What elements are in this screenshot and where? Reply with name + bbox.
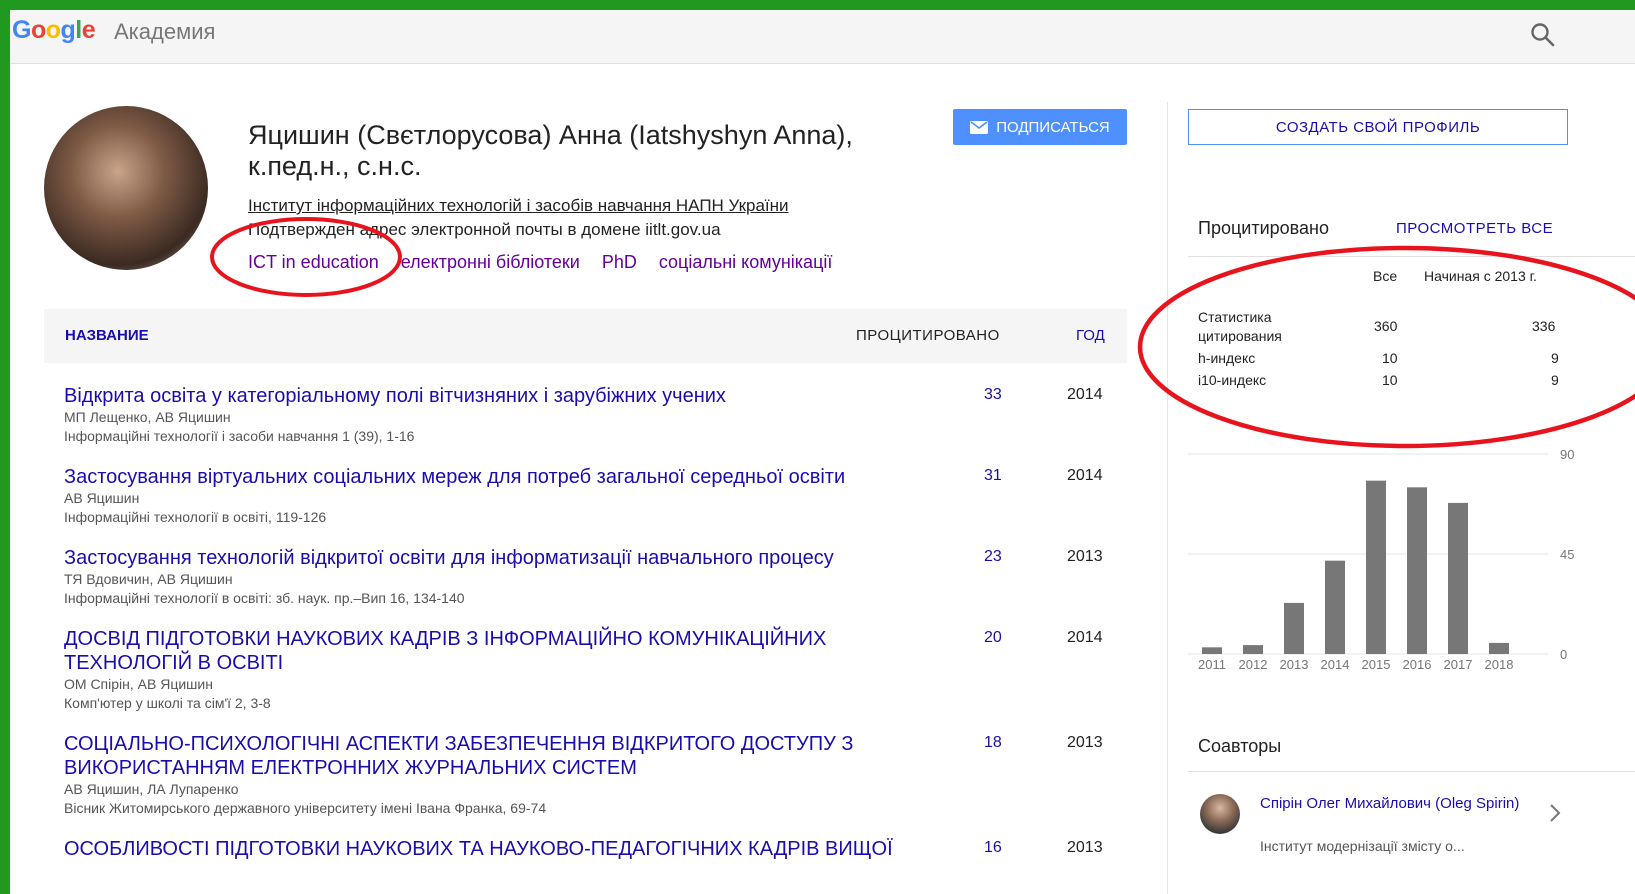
article-title[interactable]: СОЦІАЛЬНО-ПСИХОЛОГІЧНІ АСПЕКТИ ЗАБЕЗПЕЧЕ… <box>64 732 914 780</box>
chart-bar <box>1489 642 1509 654</box>
interest-ict-in-education[interactable]: ICT in education <box>248 252 379 273</box>
article-cited-count[interactable]: 23 <box>984 548 1002 566</box>
article-year: 2014 <box>1067 467 1103 484</box>
article-authors: ТЯ Вдовичин, АВ Яцишин <box>64 571 233 587</box>
cited-by-divider <box>1188 256 1635 257</box>
view-all-link[interactable]: ПРОСМОТРЕТЬ ВСЕ <box>1396 220 1553 237</box>
article-cited-count[interactable]: 18 <box>984 734 1002 752</box>
article-cited-count[interactable]: 20 <box>984 629 1002 647</box>
article-row: Застосування технологій відкритої освіти… <box>64 546 1127 608</box>
google-logo[interactable]: Google <box>12 16 96 45</box>
stat-h-index-all: 10 <box>1382 350 1398 366</box>
article-cited-count[interactable]: 33 <box>984 386 1002 404</box>
cited-by-title: Процитировано <box>1198 218 1329 238</box>
coauthors-divider <box>1188 771 1635 772</box>
chart-x-tick-label: 2011 <box>1198 657 1226 670</box>
stat-label-citations: Статистика цитирования <box>1198 309 1282 344</box>
article-year: 2013 <box>1067 839 1103 856</box>
article-authors: АВ Яцишин, ЛА Лупаренко <box>64 781 239 797</box>
chart-bar <box>1243 645 1263 654</box>
article-authors: МП Лещенко, АВ Яцишин <box>64 409 231 425</box>
research-interests: ICT in education електронні бібліотеки P… <box>248 252 832 273</box>
chart-x-tick-label: 2012 <box>1239 657 1268 670</box>
article-row: ОСОБЛИВОСТІ ПІДГОТОВКИ НАУКОВИХ ТА НАУКО… <box>64 837 1127 861</box>
article-title[interactable]: ДОСВІД ПІДГОТОВКИ НАУКОВИХ КАДРІВ З ІНФО… <box>64 627 914 675</box>
stat-h-index-since: 9 <box>1551 350 1559 366</box>
article-row: СОЦІАЛЬНО-ПСИХОЛОГІЧНІ АСПЕКТИ ЗАБЕЗПЕЧЕ… <box>64 732 1127 818</box>
chart-x-tick-label: 2014 <box>1321 657 1350 670</box>
chart-y-tick-label: 0 <box>1560 647 1567 662</box>
article-row: Відкрита освіта у категоріальному полі в… <box>64 384 1127 446</box>
chart-bar <box>1407 487 1427 654</box>
profile-affiliation[interactable]: Інститут інформаційних технологій і засо… <box>248 196 789 216</box>
article-row: ДОСВІД ПІДГОТОВКИ НАУКОВИХ КАДРІВ З ІНФО… <box>64 627 1127 713</box>
article-row: Застосування віртуальних соціальних мере… <box>64 465 1127 527</box>
sort-by-year[interactable]: ГОД <box>1076 327 1105 344</box>
article-year: 2014 <box>1067 629 1103 646</box>
stat-citations-all: 360 <box>1374 318 1398 334</box>
profile-email-verified: Подтвержден адрес электронной почты в до… <box>248 220 721 239</box>
article-title[interactable]: Застосування віртуальних соціальних мере… <box>64 465 914 489</box>
chart-x-tick-label: 2018 <box>1485 657 1514 670</box>
article-venue: Комп'ютер у школі та сім'ї 2, 3-8 <box>64 695 271 711</box>
chart-bar <box>1202 647 1222 654</box>
create-profile-button[interactable]: СОЗДАТЬ СВОЙ ПРОФИЛЬ <box>1188 109 1568 145</box>
chart-bar <box>1284 602 1304 654</box>
coauthor-institution: Інститут модернізації змісту о... <box>1260 838 1465 854</box>
follow-button[interactable]: ПОДПИСАТЬСЯ <box>953 109 1127 145</box>
articles-table-header: НАЗВАНИЕ ПРОЦИТИРОВАНО ГОД <box>44 309 1127 363</box>
coauthors-title: Соавторы <box>1198 736 1282 756</box>
article-year: 2013 <box>1067 734 1103 751</box>
interest-electronic-libraries[interactable]: електронні бібліотеки <box>401 252 580 273</box>
chart-y-tick-label: 45 <box>1560 547 1574 562</box>
stat-i10-index-all: 10 <box>1382 372 1398 388</box>
coauthor-name[interactable]: Спірін Олег Михайлович (Oleg Spirin) <box>1260 794 1540 814</box>
chart-x-tick-label: 2016 <box>1403 657 1432 670</box>
article-title[interactable]: Відкрита освіта у категоріальному полі в… <box>64 384 914 408</box>
coauthor-avatar <box>1200 794 1240 834</box>
sort-by-title[interactable]: НАЗВАНИЕ <box>65 327 149 344</box>
sort-by-cited[interactable]: ПРОЦИТИРОВАНО <box>856 327 1000 344</box>
article-title[interactable]: Застосування технологій відкритої освіти… <box>64 546 914 570</box>
follow-label: ПОДПИСАТЬСЯ <box>996 118 1110 136</box>
citations-bar-chart: 0 45 90 2011 2012 2013 2014 2015 2016 2017 2018 <box>1188 447 1574 670</box>
interest-phd[interactable]: PhD <box>602 252 637 273</box>
article-cited-count[interactable]: 31 <box>984 467 1002 485</box>
chart-x-tick-label: 2013 <box>1280 657 1309 670</box>
stat-i10-index-since: 9 <box>1551 372 1559 388</box>
stat-label-h-index: h-индекс <box>1198 350 1256 366</box>
article-authors: ОМ Спірін, АВ Яцишин <box>64 676 213 692</box>
article-title[interactable]: ОСОБЛИВОСТІ ПІДГОТОВКИ НАУКОВИХ ТА НАУКО… <box>64 837 914 861</box>
stat-citations-since: 336 <box>1532 318 1556 334</box>
top-bar: Google Академия <box>10 10 1635 64</box>
stat-label-i10-index: i10-индекс <box>1198 372 1267 388</box>
profile-avatar <box>44 106 208 270</box>
article-year: 2014 <box>1067 386 1103 403</box>
chart-y-tick-label: 90 <box>1560 447 1574 462</box>
stats-col-all: Все <box>1373 268 1398 284</box>
article-venue: Вісник Житомирського державного універси… <box>64 800 547 816</box>
chevron-right-icon[interactable] <box>1548 802 1562 824</box>
profile-name: Яцишин (Свєтлорусова) Анна (Iatshyshyn A… <box>248 120 853 181</box>
article-venue: Інформаційні технології в освіті: зб. на… <box>64 590 465 606</box>
article-venue: Інформаційні технології в освіті, 119-12… <box>64 509 327 525</box>
article-venue: Інформаційні технології і засоби навчанн… <box>64 428 415 444</box>
chart-x-tick-label: 2017 <box>1444 657 1473 670</box>
article-authors: АВ Яцишин <box>64 490 140 506</box>
chart-x-tick-label: 2015 <box>1362 657 1391 670</box>
browser-page: Google Академия Яцишин (Свєтлорусова) Ан… <box>10 10 1635 894</box>
search-icon[interactable] <box>1530 22 1556 48</box>
interest-social-communications[interactable]: соціальні комунікації <box>659 252 833 273</box>
envelope-icon <box>970 120 989 134</box>
chart-bar <box>1366 480 1386 654</box>
chart-bar <box>1325 560 1345 654</box>
article-cited-count[interactable]: 16 <box>984 839 1002 857</box>
column-divider <box>1167 102 1168 894</box>
product-name: Академия <box>114 19 216 44</box>
chart-bar <box>1448 502 1468 654</box>
stats-col-since: Начиная с 2013 г. <box>1424 268 1537 284</box>
article-year: 2013 <box>1067 548 1103 565</box>
